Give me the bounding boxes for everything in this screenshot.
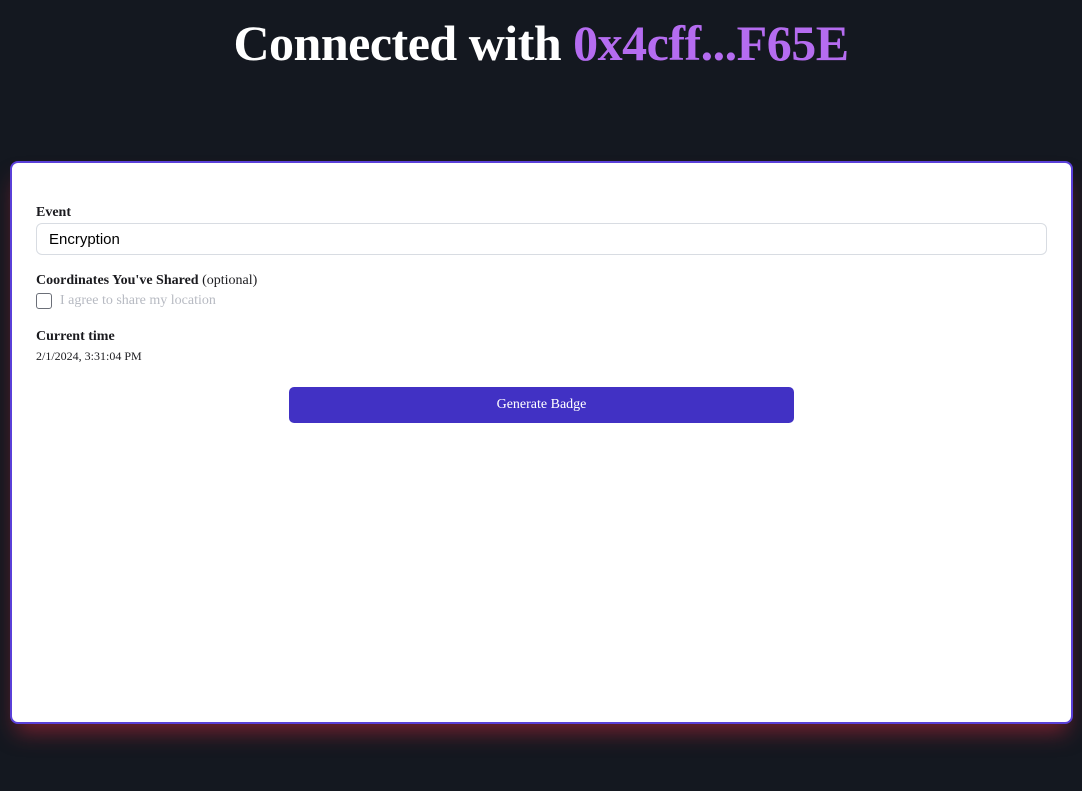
title-prefix: Connected with <box>233 15 574 71</box>
location-consent-checkbox[interactable] <box>36 293 52 309</box>
event-label: Event <box>36 205 71 220</box>
location-consent-label[interactable]: I agree to share my location <box>60 293 216 309</box>
event-input[interactable] <box>36 223 1047 255</box>
generate-badge-button[interactable]: Generate Badge <box>289 387 794 423</box>
coordinates-label-text: Coordinates You've Shared <box>36 273 199 288</box>
coordinates-label: Coordinates You've Shared (optional) <box>36 273 257 289</box>
wallet-address: 0x4cff...F65E <box>573 15 849 71</box>
current-time-value: 2/1/2024, 3:31:04 PM <box>36 349 142 363</box>
page-title: Connected with 0x4cff...F65E <box>0 14 1082 72</box>
badge-form-card: Event Coordinates You've Shared (optiona… <box>10 161 1073 724</box>
optional-hint: (optional) <box>202 273 258 288</box>
location-consent-row[interactable]: I agree to share my location <box>36 293 216 309</box>
current-time-label: Current time <box>36 329 115 344</box>
